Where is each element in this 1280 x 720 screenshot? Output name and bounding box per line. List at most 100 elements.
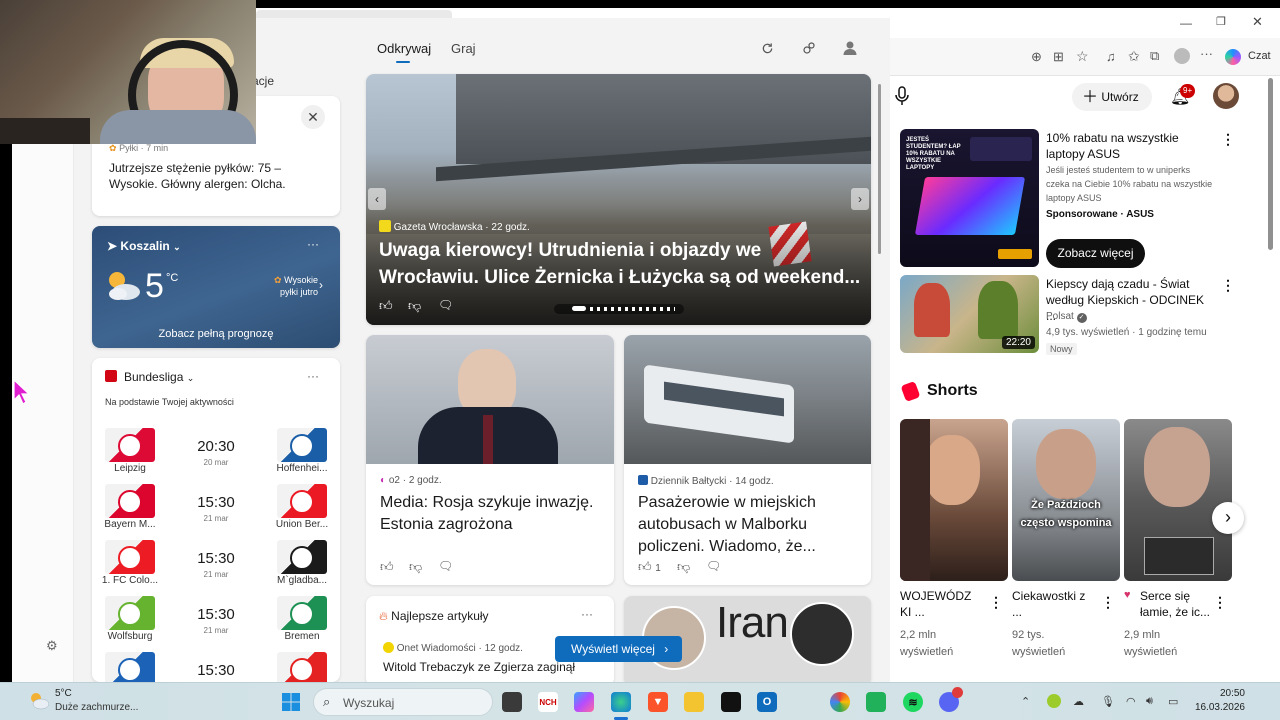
extensions-icon[interactable]: ⊕ (1031, 49, 1042, 65)
match-row[interactable]: 1. FC Colo... 15:30 21 mar M`gladba... (102, 540, 327, 590)
favorites-icon[interactable]: ✩ (1128, 48, 1140, 65)
read-aloud-icon[interactable]: ♫ (1106, 49, 1116, 64)
weather-card[interactable]: ➤ Koszalin ⌄ ··· 5 °C ✿ Wysokie pyłki ju… (92, 226, 340, 348)
close-icon[interactable]: ✕ (1252, 14, 1263, 30)
comment-icon[interactable]: 🗨︎ (438, 298, 453, 312)
article-card[interactable]: Dziennik Bałtycki · 14 godz. Pasażerowie… (624, 335, 871, 585)
microphone-icon[interactable] (894, 86, 910, 110)
capcut-icon[interactable] (721, 692, 741, 712)
weather-widget-icon[interactable] (28, 689, 50, 711)
file-explorer-icon[interactable] (684, 692, 704, 712)
video-channel[interactable]: Polsat ✓ (1046, 309, 1087, 324)
short-thumbnail[interactable] (1124, 419, 1232, 581)
carousel-dot-active[interactable] (572, 306, 586, 311)
spotify-icon[interactable]: ≋ (903, 692, 923, 712)
sports-card[interactable]: Bundesliga ⌄ ··· Na podstawie Twojej akt… (92, 358, 340, 682)
wifi-icon[interactable]: ◠ (1126, 695, 1136, 708)
chrome-icon[interactable] (830, 692, 850, 712)
rewards-icon[interactable] (798, 37, 820, 59)
settings-icon[interactable]: ⚙ (46, 638, 58, 654)
more-icon[interactable]: ··· (1200, 46, 1213, 61)
taskbar-weather[interactable]: Duże zachmurze... (55, 702, 138, 713)
scrollbar[interactable] (1268, 78, 1273, 250)
browser-tab[interactable] (256, 10, 452, 18)
apps-icon[interactable]: ⊞ (1053, 49, 1064, 65)
more-vert-icon[interactable]: ⋮ (1221, 277, 1235, 294)
dislike-icon[interactable]: 👎︎ (677, 559, 690, 575)
clock-time[interactable]: 20:50 (1205, 688, 1245, 699)
comment-icon[interactable]: 🗨︎ (706, 559, 721, 573)
android-icon[interactable] (866, 692, 886, 712)
tab-odkrywaj[interactable]: Odkrywaj (377, 41, 431, 56)
hero-article[interactable]: ‹ › Gazeta Wrocławska · 22 godz. Uwaga k… (366, 74, 871, 325)
tab-graj[interactable]: Graj (451, 41, 476, 56)
more-icon[interactable]: ··· (307, 237, 319, 251)
top-article-title[interactable]: Witold Trebaczyk ze Zgierza zaginął (383, 660, 575, 674)
microphone-icon[interactable]: 🎙︎ (1101, 695, 1115, 708)
article-title[interactable]: Media: Rosja szykuje inwazję. Estonia za… (380, 492, 605, 536)
pollen-alert[interactable]: ✿ Wysokie pyłki jutro (260, 274, 318, 298)
profile-icon[interactable] (839, 37, 861, 59)
chevron-up-icon[interactable]: ⌃ (1021, 695, 1030, 708)
more-vert-icon[interactable]: ⋮ (1101, 594, 1115, 611)
show-more-button[interactable]: Wyświetl więcej › (555, 636, 682, 662)
short-thumbnail[interactable]: Że Paździoch często wspomina (1012, 419, 1120, 581)
clock-date[interactable]: 16.03.2026 (1190, 702, 1245, 713)
ad-cta-button[interactable]: Zobacz więcej (1046, 239, 1145, 268)
like-button[interactable]: 👍︎ 1 (638, 559, 661, 575)
volume-icon[interactable]: 🔊︎ (1146, 695, 1153, 708)
refresh-icon[interactable] (756, 37, 778, 59)
edge-icon[interactable] (611, 692, 631, 712)
dislike-icon[interactable]: 👎︎ (409, 559, 422, 575)
match-row[interactable]: Wolfsburg 15:30 21 mar Bremen (105, 596, 327, 646)
prev-arrow-icon[interactable]: ‹ (368, 188, 386, 210)
scrollbar[interactable] (878, 84, 881, 254)
short-title[interactable]: Serce się łamie, że ic... (1140, 588, 1215, 620)
shorts-next-arrow-icon[interactable]: › (1212, 502, 1244, 534)
taskbar-search[interactable]: ⌕ Wyszukaj (313, 688, 493, 716)
like-icon[interactable]: 👍︎ (380, 559, 394, 575)
ad-thumbnail[interactable]: JESTEŚ STUDENTEM? ŁAP 10% RABATU NA WSZY… (900, 129, 1039, 267)
chat-label[interactable]: Czat (1248, 50, 1271, 62)
copilot-app-icon[interactable] (574, 692, 594, 712)
ad-title[interactable]: 10% rabatu na wszystkie laptopy ASUS (1046, 130, 1216, 162)
more-vert-icon[interactable]: ⋮ (1221, 131, 1235, 148)
article-card[interactable]: ◐ o2 · 2 godz. Media: Rosja szykuje inwa… (366, 335, 614, 585)
carousel-dot-rest[interactable] (590, 307, 675, 311)
more-icon[interactable]: ··· (307, 369, 319, 383)
tray-app-icon[interactable] (1047, 694, 1061, 708)
start-icon[interactable] (281, 692, 301, 712)
carousel-dots[interactable] (554, 304, 684, 314)
full-forecast-link[interactable]: Zobacz pełną prognozę (92, 328, 340, 340)
like-icon[interactable]: 👍︎ (379, 298, 393, 314)
brave-icon[interactable]: ▼ (648, 692, 668, 712)
maximize-icon[interactable]: ❐ (1216, 15, 1226, 28)
tray-cloud-icon[interactable]: ☁ (1073, 695, 1084, 708)
minimize-icon[interactable]: — (1180, 16, 1192, 30)
collections-icon[interactable]: ⧉ (1150, 48, 1159, 64)
close-icon[interactable]: ✕ (301, 105, 325, 129)
task-view-icon[interactable] (502, 692, 522, 712)
match-row[interactable]: Leipzig 20:30 20 mar Hoffenhei... (105, 428, 327, 478)
short-title[interactable]: Ciekawostki z ... (1012, 588, 1097, 620)
hero-title[interactable]: Uwaga kierowcy! Utrudnienia i objazdy we… (379, 237, 861, 291)
match-row[interactable]: Bayern M... 15:30 21 mar Union Ber... (104, 484, 328, 534)
more-vert-icon[interactable]: ⋮ (1213, 594, 1227, 611)
browser-profile-icon[interactable] (1174, 48, 1190, 64)
weather-location[interactable]: ➤ Koszalin ⌄ (107, 239, 181, 253)
match-row[interactable]: 15:30 (105, 652, 327, 682)
battery-icon[interactable]: ▭ (1168, 695, 1178, 708)
dislike-icon[interactable]: 👎︎ (408, 298, 421, 314)
short-title[interactable]: WOJEWÓDZ KI ... (900, 588, 985, 620)
short-thumbnail[interactable] (900, 419, 1008, 581)
taskbar-temp[interactable]: 5°C (55, 688, 72, 699)
favorite-icon[interactable]: ☆ (1076, 48, 1089, 65)
video-thumbnail[interactable]: 22:20 (900, 275, 1039, 353)
more-vert-icon[interactable]: ⋮ (989, 594, 1003, 611)
avatar[interactable] (1213, 83, 1239, 109)
comment-icon[interactable]: 🗨︎ (438, 559, 453, 573)
next-arrow-icon[interactable]: › (851, 188, 869, 210)
article-title[interactable]: Pasażerowie w miejskich autobusach w Mal… (638, 492, 863, 558)
outlook-icon[interactable]: O (757, 692, 777, 712)
nch-icon[interactable]: NCH (538, 692, 558, 712)
